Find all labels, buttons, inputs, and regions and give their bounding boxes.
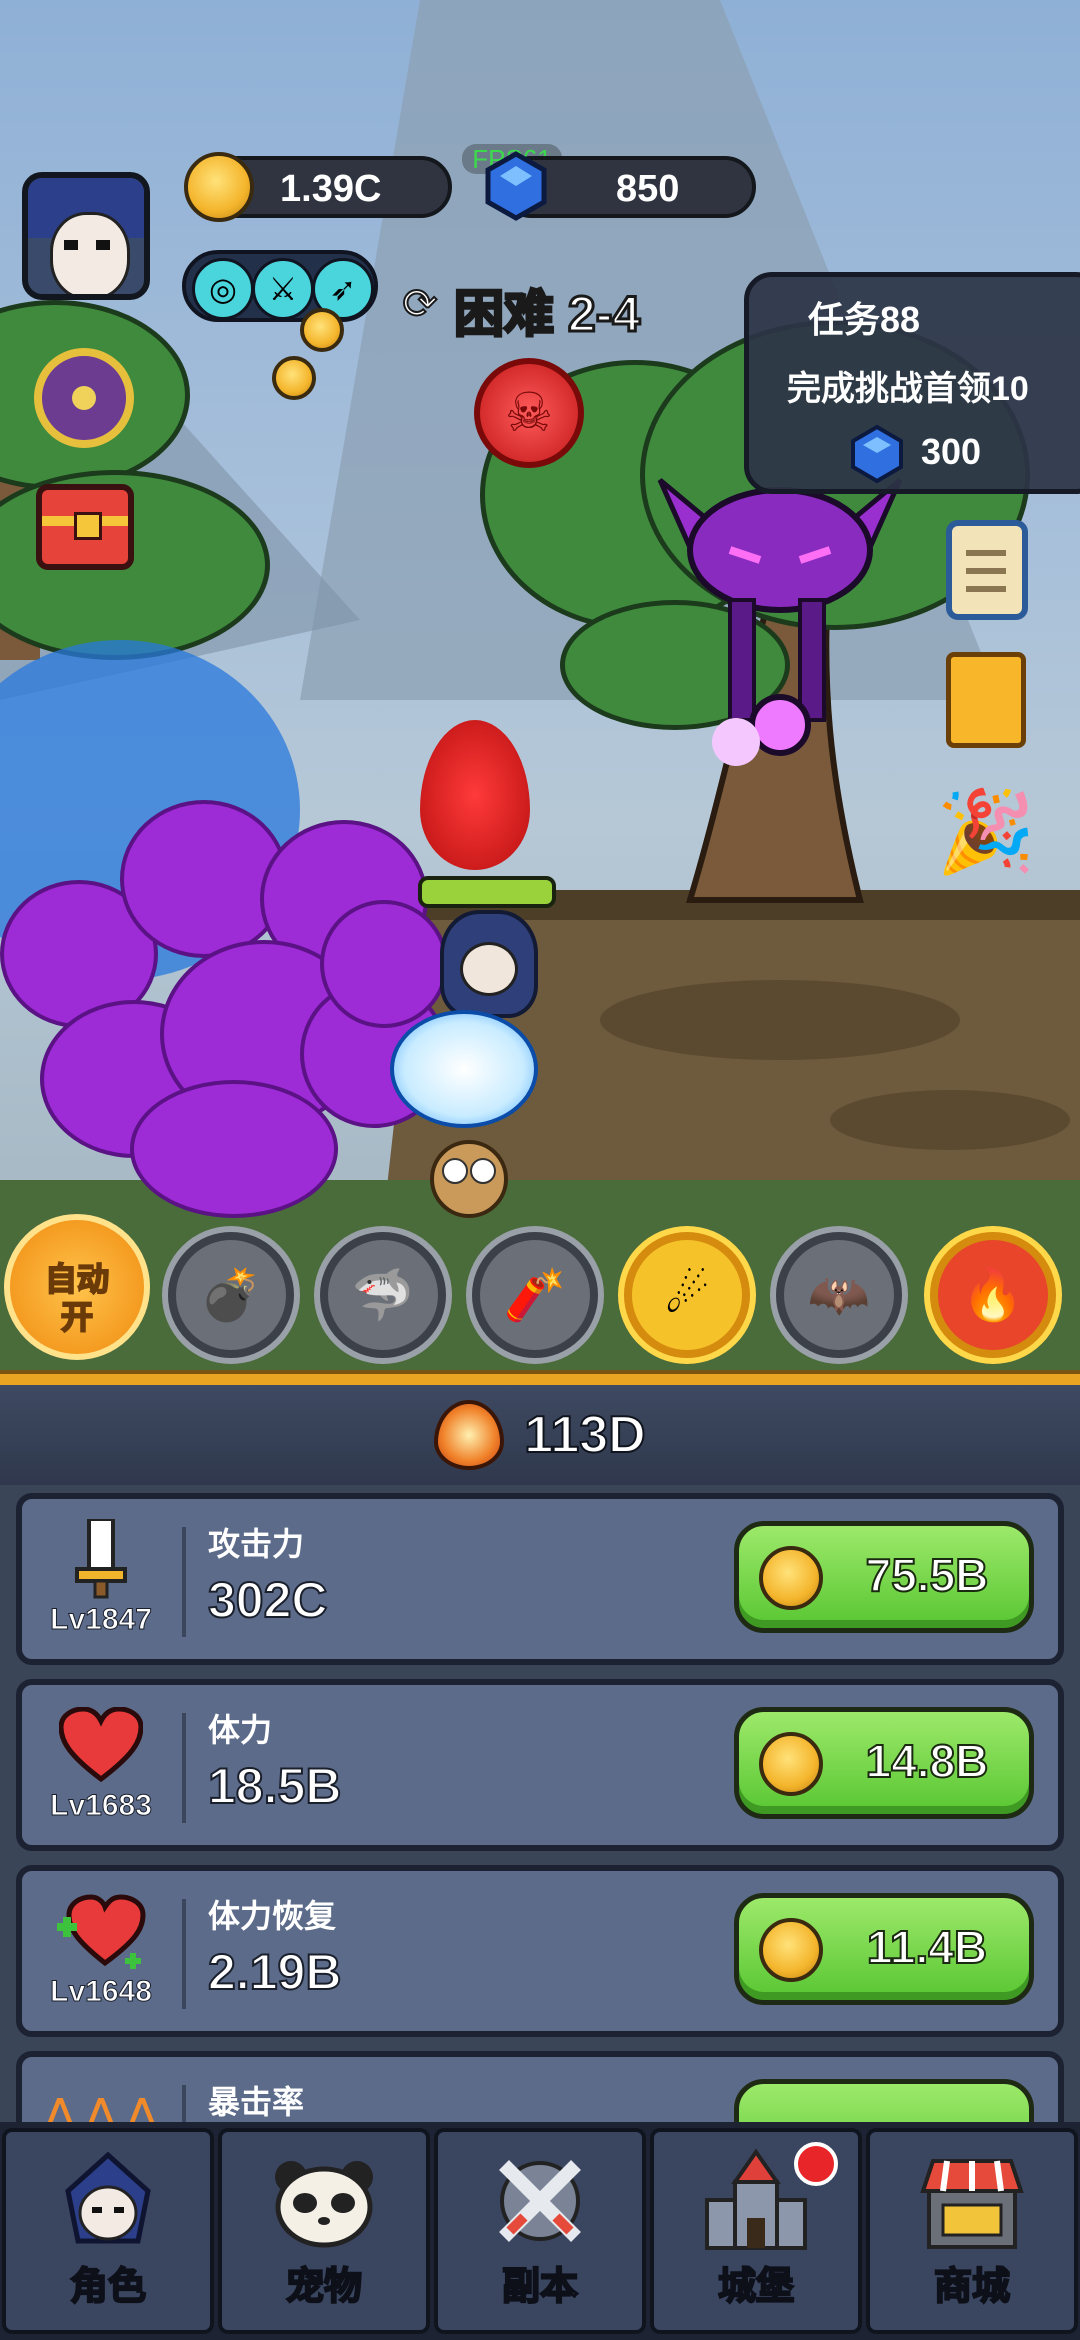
refresh-icon[interactable]: ⟳ xyxy=(396,279,444,328)
quest-description: 完成挑战首领10 xyxy=(787,370,1029,408)
bottom-nav: 角色 宠物 副本 城堡 商城 xyxy=(0,2122,1080,2340)
stat-row-crit-rate: ⋀⋀⋀ 暴击率 xyxy=(16,2051,1064,2122)
dps-bar: 113D xyxy=(0,1385,1080,1485)
floating-coin-icon xyxy=(300,308,344,352)
panel-divider xyxy=(0,1370,1080,1386)
row-divider xyxy=(182,1527,186,1637)
nav-label: 商城 xyxy=(933,2265,1011,2309)
upgrade-hp-regen-button[interactable]: 11.4B xyxy=(734,1893,1034,2005)
blast-effect xyxy=(390,1010,538,1128)
auto-battle-button[interactable]: 自动 开 xyxy=(4,1214,150,1360)
stat-row-hp: Lv1683 体力 18.5B 14.8B xyxy=(16,1679,1064,1851)
boss-demon xyxy=(657,478,903,756)
quest-panel[interactable]: 任务88 完成挑战首领10 300 xyxy=(744,272,1080,494)
quest-reward: 300 xyxy=(921,431,982,472)
upgrade-hp-button[interactable]: 14.8B xyxy=(734,1707,1034,1819)
daily-tasks-button[interactable] xyxy=(946,520,1028,620)
stat-value: 18.5B xyxy=(207,1757,342,1815)
hero-character xyxy=(440,910,538,1018)
heart-icon xyxy=(46,1705,156,1785)
stat-row-hp-regen: Lv1648 体力恢复 2.19B 11.4B xyxy=(16,1865,1064,2037)
hero-avatar[interactable] xyxy=(22,172,150,300)
stat-row-attack: Lv1847 攻击力 302C 75.5B xyxy=(16,1493,1064,1665)
stat-name: 攻击力 xyxy=(208,1526,305,1562)
skill-fire-icon[interactable]: 🔥 xyxy=(930,1232,1056,1358)
gold-buff-icon[interactable]: ◎ xyxy=(192,258,254,320)
stat-value: 2.19B xyxy=(207,1943,342,2001)
attack-buff-icon[interactable]: ⚔ xyxy=(252,258,314,320)
skill-comet-icon[interactable]: ☄ xyxy=(624,1232,750,1358)
upgrade-cost: 14.8B xyxy=(865,1734,990,1788)
lucky-wheel-button[interactable] xyxy=(34,348,134,448)
crossed-swords-icon xyxy=(485,2146,595,2256)
gold-coin-icon xyxy=(759,1732,823,1796)
owl-pet xyxy=(430,1140,508,1218)
stat-name: 体力 xyxy=(208,1712,273,1748)
stat-name: 体力恢复 xyxy=(208,1898,337,1934)
nav-tab-shop[interactable]: 商城 xyxy=(866,2128,1078,2334)
auto-state: 开 xyxy=(60,1298,94,1336)
row-divider xyxy=(182,2085,186,2122)
boss-orb xyxy=(712,718,760,766)
nav-tab-hero[interactable]: 角色 xyxy=(2,2128,214,2334)
buff-tray: ◎ ⚔ ➶ xyxy=(182,250,378,322)
gold-coin-icon xyxy=(759,1918,823,1982)
stat-level: Lv1847 xyxy=(50,1603,153,1637)
party-popper-button[interactable]: 🎉 xyxy=(936,782,1036,882)
nav-label: 副本 xyxy=(501,2265,579,2309)
notification-dot xyxy=(794,2142,838,2186)
stat-level: Lv1683 xyxy=(50,1789,153,1823)
gem-amount: 850 xyxy=(616,168,680,210)
quest-title: 任务88 xyxy=(807,299,921,340)
panda-icon xyxy=(269,2146,379,2256)
skill-shark-icon[interactable]: 🦈 xyxy=(320,1232,446,1358)
nav-label: 宠物 xyxy=(285,2265,363,2309)
stat-value: 302C xyxy=(207,1571,329,1629)
skill-dynamite-icon[interactable]: 🧨 xyxy=(472,1232,598,1358)
boss-summon-button[interactable]: ☠ xyxy=(474,358,584,468)
nav-tab-pets[interactable]: 宠物 xyxy=(218,2128,430,2334)
sword-icon xyxy=(46,1519,156,1599)
difficulty-stage: 困难 2-4 xyxy=(452,285,641,344)
gold-amount: 1.39C xyxy=(280,168,382,210)
mail-folder-button[interactable] xyxy=(946,652,1026,748)
upgrade-attack-button[interactable]: 75.5B xyxy=(734,1521,1034,1633)
hero-health-bar xyxy=(418,876,556,908)
shop-icon xyxy=(917,2146,1027,2256)
heart-plus-icon xyxy=(46,1891,156,1971)
floating-coin-icon xyxy=(272,356,316,400)
smoke-cloud xyxy=(320,900,448,1028)
nav-tab-castle[interactable]: 城堡 xyxy=(650,2128,862,2334)
skill-bomb-icon[interactable]: 💣 xyxy=(168,1232,294,1358)
nav-label: 角色 xyxy=(69,2265,147,2309)
stat-level: Lv1648 xyxy=(50,1975,153,2009)
stat-name: 暴击率 xyxy=(208,2084,305,2120)
claw-icon: ⋀⋀⋀ xyxy=(39,2089,163,2122)
smoke-cloud xyxy=(130,1080,338,1218)
gold-coin-icon xyxy=(184,152,254,222)
game-scene[interactable]: 1.39C FPS61 850 ◎ ⚔ ➶ ⟳ 困难 2-4 ☠ 任务88 完成… xyxy=(0,0,1080,1370)
gem-icon xyxy=(485,151,547,221)
gem-icon xyxy=(851,424,903,484)
stat-upgrade-list[interactable]: Lv1847 攻击力 302C 75.5B Lv1683 体力 18.5B 14… xyxy=(0,1485,1080,2122)
gold-coin-icon xyxy=(759,1546,823,1610)
upgrade-cost: 75.5B xyxy=(865,1548,990,1602)
treasure-chest-button[interactable] xyxy=(36,484,134,570)
nav-tab-dungeon[interactable]: 副本 xyxy=(434,2128,646,2334)
power-flame-icon xyxy=(434,1400,505,1470)
hero-icon xyxy=(53,2146,163,2256)
row-divider xyxy=(182,1713,186,1823)
upgrade-cost: 11.4B xyxy=(866,1920,988,1974)
row-divider xyxy=(182,1899,186,2009)
skill-bat-icon[interactable]: 🦇 xyxy=(776,1232,902,1358)
nav-label: 城堡 xyxy=(717,2265,795,2309)
upgrade-crit-rate-button[interactable] xyxy=(734,2079,1034,2122)
total-power: 113D xyxy=(523,1405,646,1465)
